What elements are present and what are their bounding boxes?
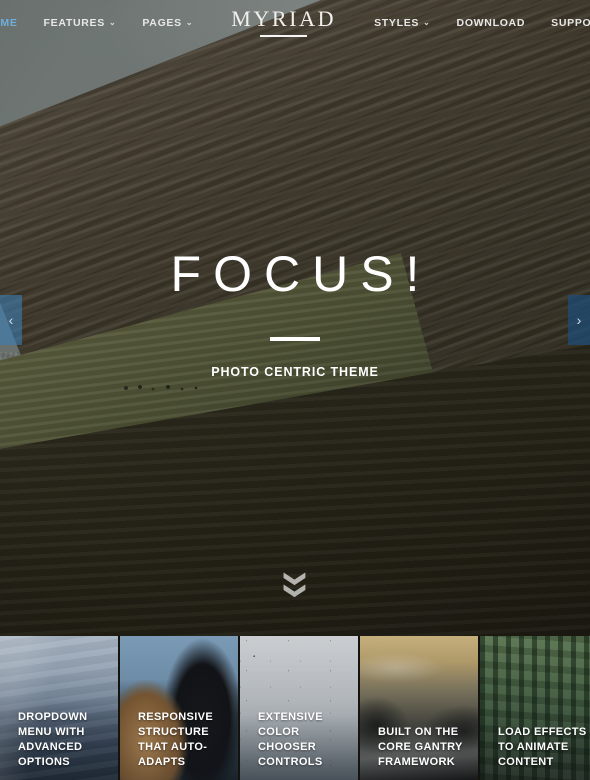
scroll-down-button[interactable]: ❯ ❯ bbox=[284, 570, 307, 599]
chevron-right-icon: › bbox=[576, 312, 582, 328]
main-navigation: HOME FEATURES ⌄ PAGES ⌄ MYRIAD STYLES ⌄ … bbox=[0, 0, 590, 45]
feature-card-color-chooser[interactable]: EXTENSIVE COLOR CHOOSER CONTROLS bbox=[240, 636, 358, 780]
nav-item-label: FEATURES bbox=[43, 16, 105, 29]
chevron-down-icon: ⌄ bbox=[108, 17, 117, 27]
logo-text: MYRIAD bbox=[231, 6, 337, 31]
nav-item-label: SUPPORT bbox=[551, 16, 590, 29]
hero-title: FOCUS! bbox=[170, 246, 432, 302]
nav-item-label: PAGES bbox=[142, 16, 182, 29]
chevron-left-icon: ‹ bbox=[8, 312, 14, 328]
chevron-down-icon: ⌄ bbox=[185, 17, 194, 27]
nav-item-label: DOWNLOAD bbox=[456, 16, 526, 29]
nav-item-support[interactable]: SUPPORT bbox=[551, 17, 590, 29]
feature-card-gantry-framework[interactable]: BUILT ON THE CORE GANTRY FRAMEWORK bbox=[360, 636, 478, 780]
nav-item-label: STYLES bbox=[374, 16, 420, 29]
nav-item-label: HOME bbox=[0, 16, 18, 29]
feature-card-label: RESPONSIVE STRUCTURE THAT AUTO-ADAPTS bbox=[138, 711, 214, 768]
feature-card-dropdown-menu[interactable]: DROPDOWN MENU WITH ADVANCED OPTIONS bbox=[0, 636, 118, 780]
feature-card-label: DROPDOWN MENU WITH ADVANCED OPTIONS bbox=[18, 711, 88, 768]
logo-underline bbox=[260, 35, 308, 37]
nav-item-pages[interactable]: PAGES ⌄ bbox=[142, 17, 193, 29]
nav-item-home[interactable]: HOME bbox=[0, 17, 18, 29]
page-root: HOME FEATURES ⌄ PAGES ⌄ MYRIAD STYLES ⌄ … bbox=[0, 0, 590, 780]
feature-card-label: LOAD EFFECTS TO ANIMATE CONTENT bbox=[498, 726, 587, 768]
feature-card-strip: DROPDOWN MENU WITH ADVANCED OPTIONS RESP… bbox=[0, 636, 590, 780]
nav-left-group: HOME FEATURES ⌄ PAGES ⌄ bbox=[0, 17, 193, 29]
feature-card-label: BUILT ON THE CORE GANTRY FRAMEWORK bbox=[378, 726, 463, 768]
feature-card-load-effects[interactable]: LOAD EFFECTS TO ANIMATE CONTENT bbox=[480, 636, 590, 780]
hero-subtitle: PHOTO CENTRIC THEME bbox=[211, 364, 379, 379]
nav-item-download[interactable]: DOWNLOAD bbox=[457, 17, 526, 29]
nav-item-features[interactable]: FEATURES ⌄ bbox=[44, 17, 117, 29]
hero-content: FOCUS! PHOTO CENTRIC THEME bbox=[0, 248, 590, 379]
feature-card-responsive-structure[interactable]: RESPONSIVE STRUCTURE THAT AUTO-ADAPTS bbox=[120, 636, 238, 780]
nav-item-styles[interactable]: STYLES ⌄ bbox=[374, 17, 430, 29]
hero-divider bbox=[270, 336, 320, 341]
nav-right-group: STYLES ⌄ DOWNLOAD SUPPORT bbox=[374, 17, 590, 29]
site-logo[interactable]: MYRIAD bbox=[231, 8, 336, 37]
chevron-down-icon: ⌄ bbox=[423, 17, 431, 27]
chevron-down-icon: ❯ bbox=[283, 581, 307, 600]
hero-ridge-trees bbox=[120, 378, 210, 392]
feature-card-label: EXTENSIVE COLOR CHOOSER CONTROLS bbox=[258, 711, 323, 768]
slider-next-button[interactable]: › bbox=[568, 295, 590, 345]
slider-prev-button[interactable]: ‹ bbox=[0, 295, 22, 345]
